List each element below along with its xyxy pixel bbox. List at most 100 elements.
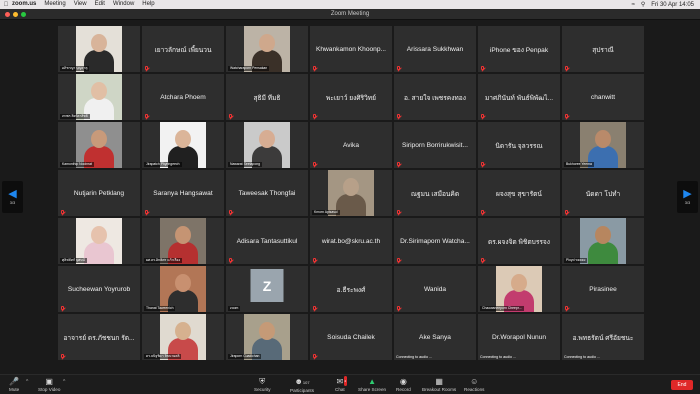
chevron-up-icon[interactable]: ^ (63, 379, 65, 385)
participant-tile[interactable]: wirat.bo@skru.ac.th (310, 218, 392, 264)
next-page-button[interactable]: ▶ 3/3 (677, 181, 698, 213)
end-button[interactable]: End (671, 380, 693, 390)
menu-window[interactable]: Window (113, 0, 134, 9)
muted-microphone-icon (397, 210, 400, 214)
participant-tile[interactable]: Ake Sanya Connecting to audio ... (394, 314, 476, 360)
participant-tile[interactable]: สุปราณี (562, 26, 644, 72)
participants-icon: ☻107 (294, 377, 310, 386)
participant-tile[interactable]: Wanida (394, 266, 476, 312)
muted-microphone-icon (145, 66, 148, 70)
stop-video-label: Stop Video (38, 387, 61, 392)
participant-tile[interactable]: ผจงสุข สุขารัตน์ (478, 170, 560, 216)
participant-name: Adisara Tantasuttikul (236, 237, 298, 245)
security-button[interactable]: ⛨ Security (254, 377, 271, 392)
record-button[interactable]: ◉ Record (396, 377, 411, 392)
smiley-icon: ☺ (470, 377, 479, 386)
participant-tile[interactable]: Chaowaneeporn Cheepr... (478, 266, 560, 312)
participant-tile[interactable]: Kmorn Apisasul (310, 170, 392, 216)
menu-help[interactable]: Help (142, 0, 154, 9)
participant-tile[interactable]: ผศ.ดร.อิทธิศร แก้วเรือง (142, 218, 224, 264)
participant-name: อาจารย์ ดร.ภัชชนก รัต... (63, 334, 135, 342)
participant-tile[interactable]: Dr.Worapol Nunun Connecting to audio ... (478, 314, 560, 360)
chat-badge: 2 (343, 376, 348, 386)
menu-view[interactable]: View (74, 0, 87, 9)
share-screen-button[interactable]: ▲ Share Screen (358, 377, 386, 392)
participant-tile[interactable]: Dr.Sirimaporn Watcha... (394, 218, 476, 264)
participant-tile[interactable]: Sucheewan Yoyrurob (58, 266, 140, 312)
clock[interactable]: Fri 30 Apr 14:05 (651, 2, 694, 8)
participant-label: Thanat Taweenich (144, 306, 176, 311)
person-head (175, 322, 191, 340)
chat-button[interactable]: ✉ 2 Chat (335, 376, 348, 392)
participant-tile[interactable]: พะเยาว์ ยงศิริวิทย์ (310, 74, 392, 120)
participant-tile[interactable]: Siriporn Borrirukwisit... (394, 122, 476, 168)
participant-name: ณฐมน เสมือนคิด (410, 190, 460, 198)
participant-tile[interactable]: มาศภินันท์ พันธ์พิพัฒไ... (478, 74, 560, 120)
muted-microphone-icon (397, 162, 400, 166)
participant-tile[interactable]: Thanat Taweenich (142, 266, 224, 312)
prev-page-button[interactable]: ◀ 3/3 (2, 181, 23, 213)
participant-tile[interactable]: Bukhoree Yeema (562, 122, 644, 168)
close-icon[interactable] (5, 12, 10, 17)
participant-tile[interactable]: ดร.ผจงจิต พิชิตบรรจง (478, 218, 560, 264)
participant-tile[interactable]: สุธิมี ทีมธิ (226, 74, 308, 120)
participant-tile[interactable]: อ.พทธรัตน์ ศรีอัยชนะ Connecting to audio … (562, 314, 644, 360)
participant-tile[interactable]: Nutjarin Petklang (58, 170, 140, 216)
participant-tile[interactable]: chanwitt (562, 74, 644, 120)
participant-name: Soisuda Chailek (327, 333, 375, 341)
participant-tile[interactable]: Atchara Phoem (142, 74, 224, 120)
apple-icon[interactable]:  (0, 2, 12, 8)
menu-app[interactable]: zoom.us (12, 0, 36, 9)
menu-meeting[interactable]: Meeting (44, 0, 65, 9)
participant-tile[interactable]: ภทพร สิงห์ลาสิทธิ์ (58, 74, 140, 120)
share-screen-icon: ▲ (368, 377, 376, 386)
person-head (259, 34, 275, 52)
participant-tile[interactable]: Ployd ขยลยง (562, 218, 644, 264)
muted-microphone-icon (313, 162, 316, 166)
minimize-icon[interactable] (13, 12, 18, 17)
participant-tile[interactable]: เยาวลักษณ์ เพี้ยนวน (142, 26, 224, 72)
participant-tile[interactable]: อภิชาญา บุญธาตุ (58, 26, 140, 72)
person-head (91, 34, 107, 52)
participant-tile[interactable]: Watcharaporn Pensakan (226, 26, 308, 72)
mute-button[interactable]: 🎤 Mute (9, 377, 19, 392)
participant-tile[interactable]: อ.ธีระพงศ์ (310, 266, 392, 312)
participant-tile[interactable]: Pirasinee (562, 266, 644, 312)
participant-tile[interactable]: นิดารัน จุลวรรณ (478, 122, 560, 168)
participant-tile[interactable]: Jiraporn Cuadichan (226, 314, 308, 360)
participant-tile[interactable]: Saranya Hangsawat (142, 170, 224, 216)
participant-name: iPhone ของ Penpak (489, 46, 549, 54)
participant-tile[interactable]: Avika (310, 122, 392, 168)
menu-edit[interactable]: Edit (95, 0, 105, 9)
participant-tile[interactable]: ดร.ธนิฐชิดา ลิขนาผลติ (142, 314, 224, 360)
connecting-audio-status: Connecting to audio ... (564, 355, 600, 359)
participant-tile[interactable]: Nawarat Seetapong (226, 122, 308, 168)
record-label: Record (396, 387, 411, 392)
participant-tile[interactable]: Kamonthip Nooinrat (58, 122, 140, 168)
maximize-icon[interactable] (21, 12, 26, 17)
participant-tile[interactable]: ณฐมน เสมือนคิด (394, 170, 476, 216)
participant-tile[interactable]: นัดดา โปทำ (562, 170, 644, 216)
chevron-up-icon[interactable]: ^ (26, 379, 28, 385)
participant-name: Saranya Hangsawat (153, 189, 213, 197)
participant-tile[interactable]: iPhone ของ Penpak (478, 26, 560, 72)
chat-label: Chat (335, 387, 345, 392)
participant-tile[interactable]: อาจารย์ ดร.ภัชชนก รัต... (58, 314, 140, 360)
reactions-button[interactable]: ☺ Reactions (464, 377, 484, 392)
participant-tile[interactable]: Jirapatch Phyringeech (142, 122, 224, 168)
gallery-grid: อภิชาญา บุญธาตุ เยาวลักษณ์ เพี้ยนวน Watcha… (58, 26, 644, 360)
search-icon[interactable]: ⚲ (641, 1, 645, 8)
breakout-rooms-button[interactable]: ▦ Breakout Rooms (422, 377, 456, 392)
participant-tile[interactable]: Taweesak Thongfai (226, 170, 308, 216)
participant-tile[interactable]: อ. สายใจ เพชรคงทอง (394, 74, 476, 120)
stop-video-button[interactable]: ▣ Stop Video (38, 377, 60, 392)
participants-button[interactable]: ☻107 Participants (290, 377, 314, 393)
participant-tile[interactable]: ศุลิฟลัทก์ บุศนน์ (58, 218, 140, 264)
participant-tile[interactable]: Adisara Tantasuttikul (226, 218, 308, 264)
participant-tile[interactable]: Khwankamon Khoonp... (310, 26, 392, 72)
participant-tile[interactable]: Zzoom (226, 266, 308, 312)
participant-tile[interactable]: Arissara Sukkhwan (394, 26, 476, 72)
participant-name: สุปราณี (592, 46, 614, 54)
wifi-icon[interactable]: ≈ (632, 2, 635, 8)
participant-tile[interactable]: Soisuda Chailek (310, 314, 392, 360)
